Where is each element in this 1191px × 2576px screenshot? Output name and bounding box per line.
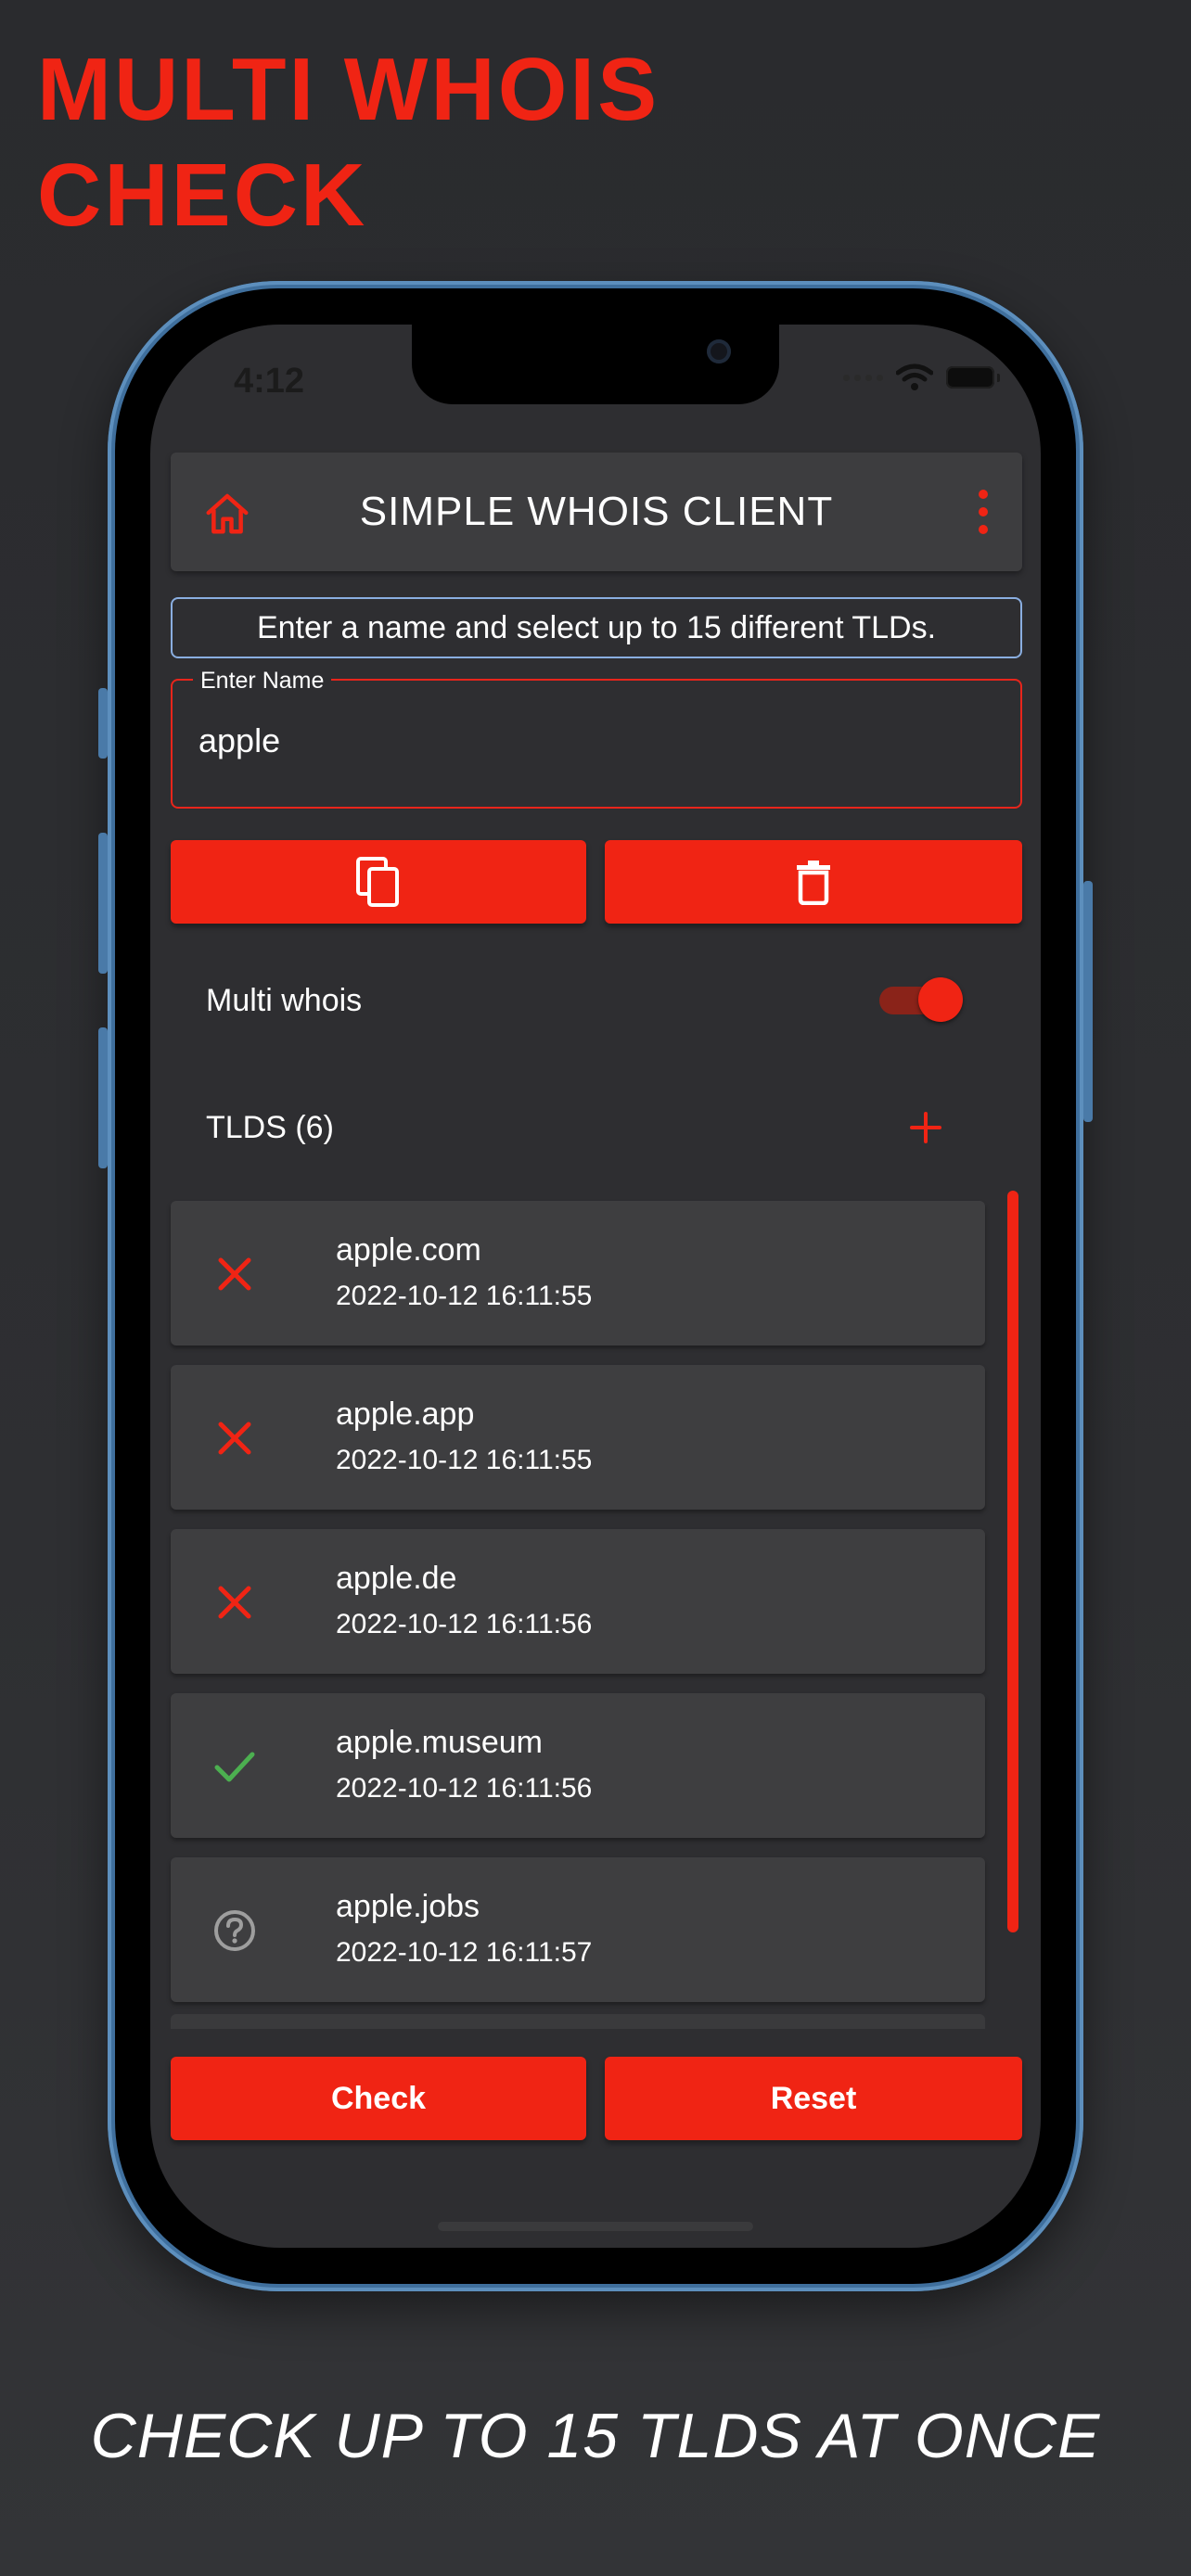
delete-button[interactable] [605,840,1022,924]
battery-icon [946,366,1000,389]
check-timestamp: 2022-10-12 16:11:55 [336,1281,593,1311]
home-indicator [438,2222,753,2231]
notch [412,325,779,404]
power-button [1083,881,1093,1122]
phone-screen: 4:12 SIMPLE WHOIS CLIENT Enter a name an… [150,325,1041,2248]
promo-headline: MULTI WHOIS CHECK [37,37,660,249]
domain-name: apple.de [336,1561,457,1596]
name-input-label: Enter Name [193,668,332,694]
hint-banner: Enter a name and select up to 15 differe… [171,597,1022,658]
list-item[interactable]: apple.de 2022-10-12 16:11:56 [171,1529,985,1674]
close-icon [218,1586,251,1619]
multi-whois-toggle[interactable] [879,977,963,1022]
app-title: SIMPLE WHOIS CLIENT [359,489,834,534]
plus-icon[interactable] [909,1111,942,1144]
list-item[interactable]: apple.museum 2022-10-12 16:11:56 [171,1693,985,1838]
more-vert-icon[interactable] [976,490,991,534]
check-timestamp: 2022-10-12 16:11:56 [336,1773,593,1804]
check-timestamp: 2022-10-12 16:11:55 [336,1445,593,1475]
list-item-partial [171,2014,985,2029]
list-item[interactable]: apple.com 2022-10-12 16:11:55 [171,1201,985,1345]
list-item[interactable]: apple.app 2022-10-12 16:11:55 [171,1365,985,1510]
reset-button[interactable]: Reset [605,2057,1022,2140]
tlds-label: TLDS (6) [206,1110,334,1145]
app-bar: SIMPLE WHOIS CLIENT [171,453,1022,571]
list-scrollbar[interactable] [1007,1191,1018,1932]
promo-headline-line2: CHECK [37,146,368,245]
camera-icon [707,339,731,363]
check-icon [214,1752,255,1782]
check-timestamp: 2022-10-12 16:11:57 [336,1937,593,1968]
domain-name: apple.jobs [336,1889,480,1924]
domain-name: apple.com [336,1232,481,1268]
check-timestamp: 2022-10-12 16:11:56 [336,1609,593,1639]
volume-down-button [98,1027,108,1168]
promo-headline-line1: MULTI WHOIS [37,40,660,139]
toggle-thumb [918,977,963,1022]
name-input[interactable]: Enter Name apple [171,668,1022,809]
wifi-icon [896,363,933,390]
help-icon [214,1910,255,1951]
volume-up-button [98,833,108,974]
status-icons [843,363,1000,391]
status-time: 4:12 [234,362,305,401]
signal-icon [843,374,883,381]
domain-name: apple.app [336,1396,475,1432]
close-icon [218,1422,251,1455]
close-icon [218,1257,251,1291]
domain-name: apple.museum [336,1725,544,1760]
tld-results-list: apple.com 2022-10-12 16:11:55 apple.app … [171,1201,987,2021]
list-item[interactable]: apple.jobs 2022-10-12 16:11:57 [171,1857,985,2002]
copy-button[interactable] [171,840,586,924]
check-button[interactable]: Check [171,2057,586,2140]
silent-switch [98,688,108,759]
name-input-value[interactable]: apple [198,721,280,760]
multi-whois-label: Multi whois [206,983,363,1018]
copy-icon [356,857,399,907]
promo-tagline: CHECK UP TO 15 TLDS AT ONCE [90,2401,1101,2471]
trash-icon [797,861,830,905]
